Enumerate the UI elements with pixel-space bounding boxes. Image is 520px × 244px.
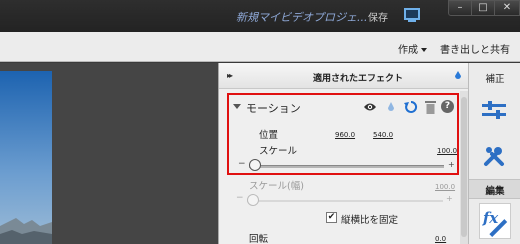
trash-icon[interactable] (425, 100, 436, 114)
motion-effect-header[interactable]: モーション ? (229, 95, 457, 119)
caret-down-icon (421, 48, 427, 52)
scale-width-increase-icon: + (446, 194, 453, 203)
create-menu-label: 作成 (398, 45, 418, 56)
scale-width-slider-track (247, 200, 443, 202)
scrollbar-thumb[interactable] (461, 97, 467, 237)
scale-width-slider-thumb (247, 194, 259, 206)
keyframe-icon[interactable] (453, 71, 463, 81)
help-icon[interactable]: ? (441, 100, 454, 113)
panel-header: ▸▸ 適用されたエフェクト (219, 63, 469, 89)
scale-value[interactable]: 100.0 (437, 147, 457, 155)
save-button[interactable]: 保存 (368, 9, 388, 24)
reset-icon[interactable] (404, 100, 418, 114)
export-share-menu[interactable]: 書き出しと共有 (440, 41, 510, 56)
scale-label: スケール (259, 146, 298, 157)
scale-width-decrease-icon: − (236, 193, 244, 203)
minimize-button[interactable]: – (448, 0, 472, 16)
position-y-value[interactable]: 540.0 (373, 131, 393, 139)
scale-width-label: スケール(幅) (249, 181, 304, 192)
title-bar: 新規マイビデオプロジェ... 保存 – □ ✕ (0, 0, 520, 32)
project-title: 新規マイビデオプロジェ... (236, 11, 368, 24)
svg-text:fx: fx (482, 209, 499, 227)
rotation-label: 回転 (249, 234, 269, 244)
panel-title: 適用されたエフェクト (313, 74, 404, 84)
position-x-value[interactable]: 960.0 (335, 131, 355, 139)
collapse-triangle-icon[interactable] (233, 104, 241, 109)
scale-width-value: 100.0 (435, 183, 456, 191)
menu-bar: 作成 書き出しと共有 (0, 32, 520, 62)
create-menu[interactable]: 作成 (398, 41, 427, 56)
panel-scrollbar[interactable] (460, 91, 468, 244)
sliders-icon[interactable] (482, 100, 506, 120)
eye-icon[interactable] (363, 101, 377, 113)
edit-tab-label[interactable]: 編集 (469, 183, 520, 197)
scale-decrease-icon[interactable]: − (238, 159, 246, 169)
effect-name: モーション (246, 102, 301, 115)
rotation-value[interactable]: 0.0 (435, 235, 446, 243)
applied-effects-panel: ▸▸ 適用されたエフェクト モーション ? 位置 960.0 540.0 スケー… (218, 63, 469, 244)
keyframe-toggle-icon[interactable] (386, 101, 396, 113)
uniform-scale-label: 縦横比を固定 (341, 215, 399, 226)
scale-slider-track[interactable] (249, 165, 444, 168)
right-toolbar: 補正 編集 fx (468, 63, 520, 244)
fx-icon: fx (482, 209, 508, 237)
video-preview (0, 71, 52, 244)
mountain-image (0, 218, 52, 244)
motion-effect-group: モーション ? 位置 960.0 540.0 スケール 100.0 − + (227, 93, 459, 175)
monitor-icon[interactable] (402, 6, 422, 24)
scale-slider-thumb[interactable] (249, 159, 261, 171)
uniform-scale-checkbox[interactable]: ✔ (326, 212, 337, 223)
tools-icon[interactable] (483, 145, 505, 167)
scale-increase-icon[interactable]: + (448, 160, 455, 169)
close-button[interactable]: ✕ (494, 0, 520, 16)
adjust-tab-label[interactable]: 補正 (469, 71, 520, 85)
position-label: 位置 (259, 130, 279, 141)
effects-button[interactable]: fx (479, 203, 511, 239)
maximize-button[interactable]: □ (471, 0, 495, 16)
monitor-area (0, 63, 218, 244)
expand-panel-icon[interactable]: ▸▸ (227, 71, 233, 80)
